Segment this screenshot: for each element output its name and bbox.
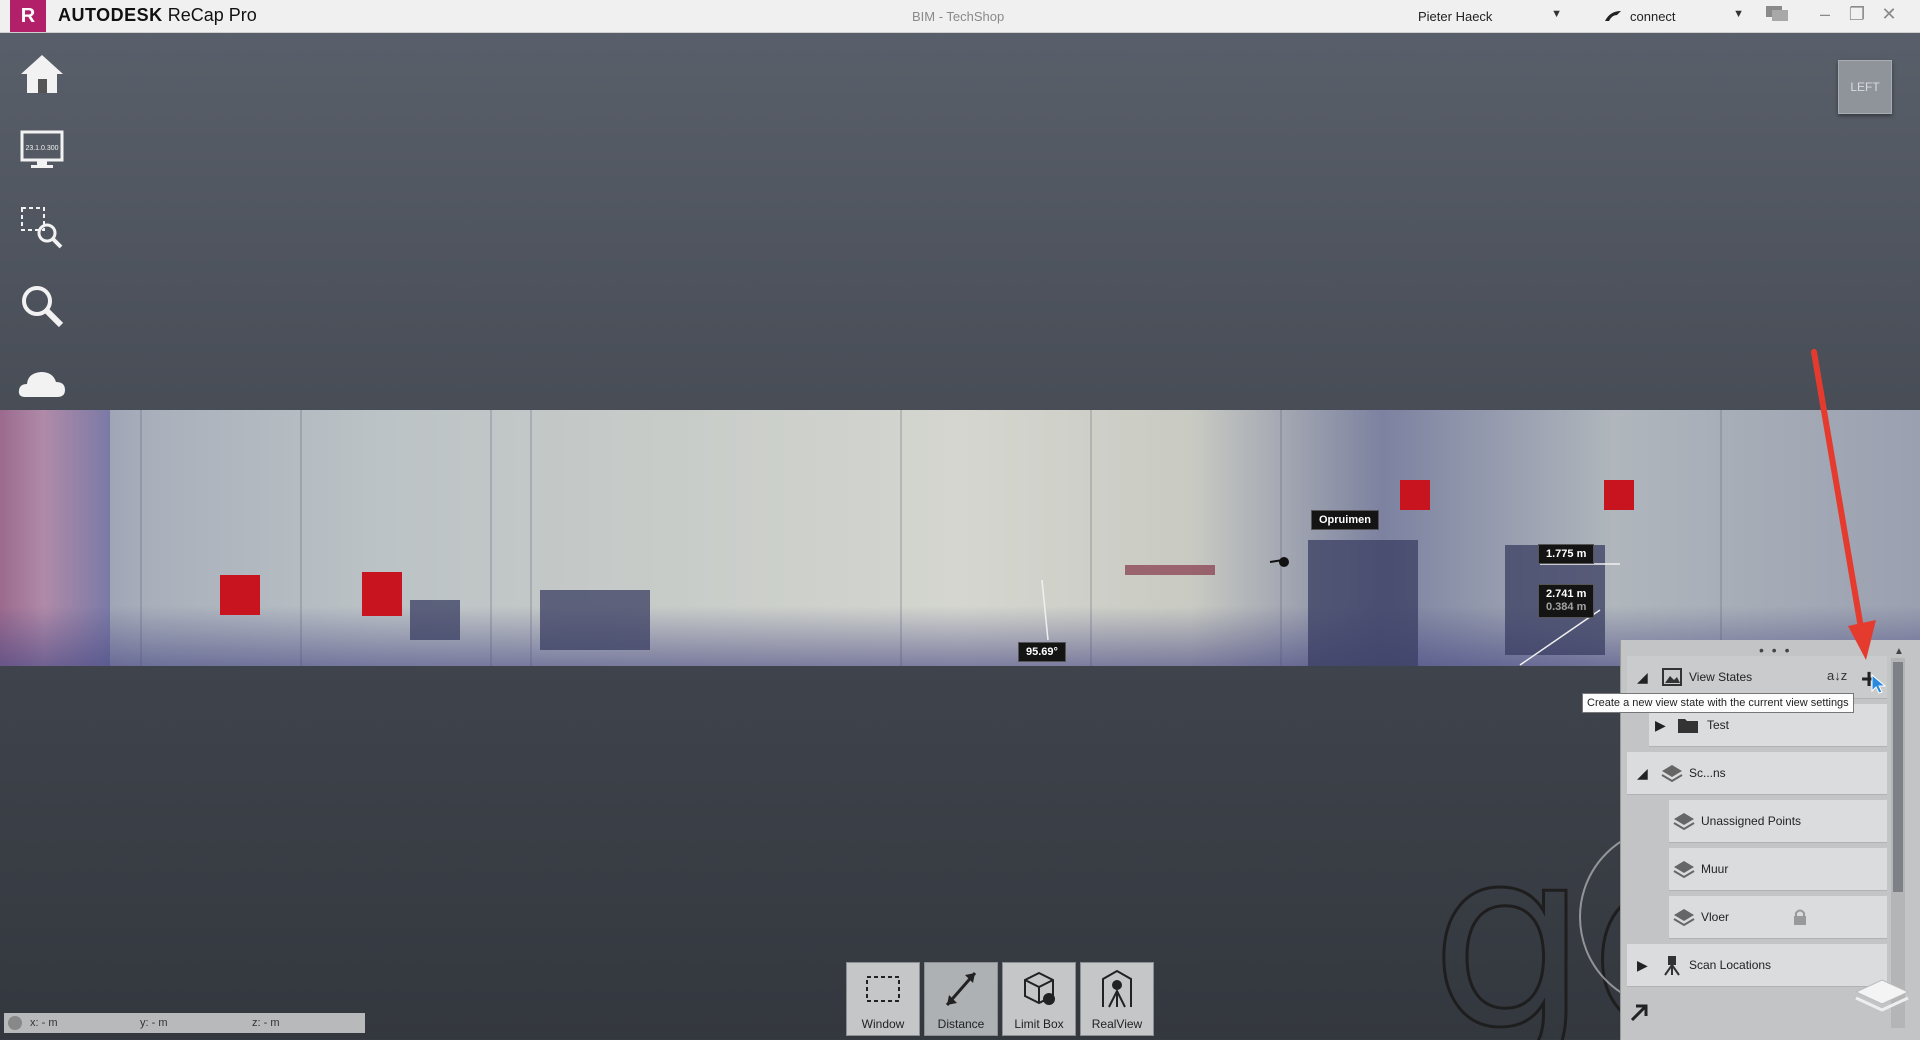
fire-extinguisher-cabinet [220, 575, 260, 615]
distance-label: Distance [937, 1017, 985, 1031]
realview-icon [1102, 969, 1132, 1008]
chevron-down-icon: ▼ [1733, 8, 1744, 20]
connect-label: connect [1630, 9, 1676, 24]
coord-x: x: - m [30, 1017, 58, 1029]
zoom-region-icon [21, 207, 63, 249]
fire-extinguisher-cabinet [362, 572, 402, 616]
user-name: Pieter Haeck [1418, 9, 1493, 24]
display-settings-button[interactable]: 23.1.0.300 [16, 124, 68, 176]
cloud-icon [18, 372, 65, 397]
expand-icon[interactable]: ▶ [1655, 717, 1666, 734]
collapse-icon[interactable]: ◢ [1637, 669, 1648, 686]
mouse-cursor [1871, 673, 1887, 694]
limit-box-label: Limit Box [1014, 1017, 1064, 1031]
view-cube[interactable]: LEFT [1838, 60, 1892, 114]
monitor-icon: 23.1.0.300 [20, 130, 64, 168]
layers-stack-icon[interactable] [1852, 976, 1912, 1016]
tree-item-vloer[interactable]: Vloer [1669, 896, 1887, 939]
limit-box-button[interactable]: Limit Box [1002, 962, 1076, 1036]
chevron-down-icon: ▼ [1551, 8, 1562, 20]
tree-item-scans[interactable]: ◢ Sc...ns [1627, 752, 1887, 795]
cloud-button[interactable] [16, 358, 68, 410]
panel-scrollbar[interactable]: ▲ [1891, 646, 1905, 1028]
measurement-value: 2.741 m [1546, 588, 1587, 600]
tree-item-label: Unassigned Points [1701, 814, 1802, 828]
coord-y: y: - m [140, 1017, 168, 1029]
monitor-badge: 23.1.0.300 [25, 145, 58, 152]
image-icon [1662, 668, 1682, 686]
search-icon [22, 286, 64, 328]
realview-button[interactable]: RealView [1080, 962, 1154, 1036]
coord-z: z: - m [252, 1017, 280, 1029]
expand-panel-icon[interactable] [1628, 1000, 1652, 1024]
view-states-label: View States [1689, 670, 1753, 684]
tree-item-unassigned-points[interactable]: Unassigned Points [1669, 800, 1887, 843]
tree-item-scan-locations[interactable]: ▶ Scan Locations [1627, 944, 1887, 987]
app-product: ReCap Pro [167, 5, 257, 25]
connect-icon [1605, 11, 1621, 21]
tree-item-label: Sc...ns [1689, 766, 1726, 780]
equipment-scan [540, 590, 650, 650]
distance-button[interactable]: Distance [924, 962, 998, 1036]
realview-label: RealView [1091, 1017, 1143, 1031]
equipment-scan [410, 600, 460, 640]
app-name: AUTODESK ReCap Pro [58, 5, 257, 26]
layers-icon [1661, 765, 1683, 783]
distance-icon [945, 972, 977, 1006]
restore-icon[interactable]: ❐ [1844, 4, 1870, 28]
coordinates-bar: x: - m y: - m z: - m [4, 1013, 365, 1033]
title-bar: R AUTODESK ReCap Pro BIM - TechShop Piet… [0, 0, 1920, 33]
limit-box-icon [1024, 971, 1055, 1005]
window-select-button[interactable]: Window [846, 962, 920, 1036]
tree-item-label: Vloer [1701, 910, 1730, 924]
layers-icon [1673, 813, 1695, 831]
user-menu[interactable]: Pieter Haeck ▼ [1402, 6, 1562, 28]
sort-az-icon[interactable]: a↓z [1827, 668, 1847, 683]
collapse-icon[interactable]: ◢ [1637, 765, 1648, 782]
comments-icon[interactable] [1764, 4, 1790, 28]
lock-icon[interactable] [1793, 908, 1807, 926]
search-button[interactable] [16, 280, 68, 332]
tree-item-label: Muur [1701, 862, 1729, 876]
scanner-icon [1664, 956, 1680, 976]
tree-item-muur[interactable]: Muur [1669, 848, 1887, 891]
tree-item-label: Test [1707, 718, 1730, 732]
tooltip: Create a new view state with the current… [1582, 693, 1854, 713]
measurement-subvalue: 0.384 m [1546, 601, 1587, 613]
layers-icon [1673, 909, 1695, 927]
measurement-label[interactable]: 2.741 m 0.384 m [1538, 584, 1595, 618]
scrollbar-thumb[interactable] [1893, 662, 1903, 892]
zoom-region-button[interactable] [16, 202, 68, 254]
app-logo: R [10, 0, 46, 32]
connect-menu[interactable]: connect ▼ [1604, 6, 1744, 28]
app-brand: AUTODESK [58, 5, 163, 25]
expand-icon[interactable]: ▶ [1637, 957, 1648, 974]
measurement-label[interactable]: 1.775 m [1538, 544, 1595, 564]
folder-icon [1678, 719, 1698, 733]
target-icon [8, 1016, 22, 1030]
document-title: BIM - TechShop [912, 9, 1005, 24]
window-select-label: Window [861, 1017, 905, 1031]
minimize-icon[interactable]: – [1812, 4, 1838, 28]
close-icon[interactable]: ✕ [1876, 4, 1902, 28]
home-button[interactable] [16, 48, 68, 100]
angle-label[interactable]: 95.69° [1018, 642, 1066, 662]
layers-icon [1673, 861, 1695, 879]
red-arrow-annotation [1811, 349, 1876, 660]
tree-item-label: Scan Locations [1689, 958, 1772, 972]
window-select-icon [866, 976, 900, 1002]
home-icon [21, 55, 63, 93]
annotation-tag[interactable]: Opruimen [1311, 510, 1379, 530]
